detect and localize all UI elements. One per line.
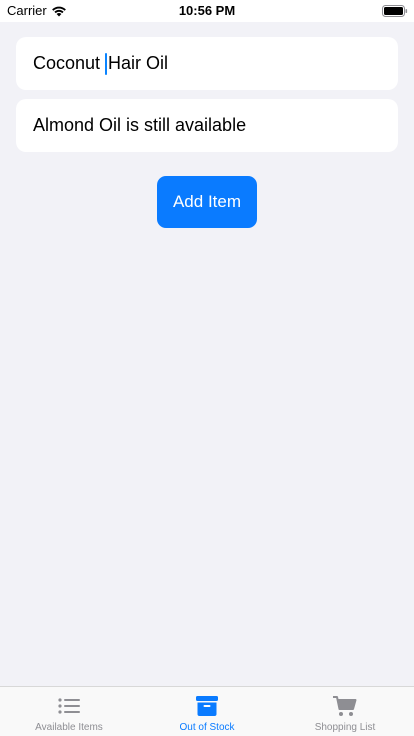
clock: 10:56 PM bbox=[178, 3, 236, 18]
item-name-value: Coconut Hair Oil bbox=[33, 52, 169, 75]
text-caret bbox=[105, 52, 108, 75]
cart-icon bbox=[333, 696, 357, 716]
battery-icon bbox=[382, 5, 408, 17]
tab-available-items[interactable]: Available Items bbox=[0, 687, 138, 736]
status-bar: Carrier 10:56 PM bbox=[0, 0, 414, 22]
add-item-button[interactable]: Add Item bbox=[157, 176, 257, 228]
archive-box-icon bbox=[196, 696, 218, 716]
item-name-field[interactable]: Coconut Hair Oil bbox=[16, 37, 398, 90]
tab-label-shopping-list: Shopping List bbox=[314, 722, 376, 733]
availability-status: Almond Oil is still available bbox=[16, 99, 398, 152]
tab-shopping-list[interactable]: Shopping List bbox=[276, 687, 414, 736]
tab-label-available-items: Available Items bbox=[35, 722, 103, 733]
list-icon bbox=[58, 698, 80, 714]
tab-out-of-stock[interactable]: Out of Stock bbox=[138, 687, 276, 736]
availability-status-text: Almond Oil is still available bbox=[33, 115, 247, 135]
item-name-text-after-caret: Hair Oil bbox=[108, 53, 169, 73]
tab-bar: Available Items Out of Stock Shopping Li… bbox=[0, 686, 414, 736]
tab-label-out-of-stock: Out of Stock bbox=[179, 722, 235, 733]
item-name-text-before-caret: Coconut bbox=[33, 53, 101, 73]
